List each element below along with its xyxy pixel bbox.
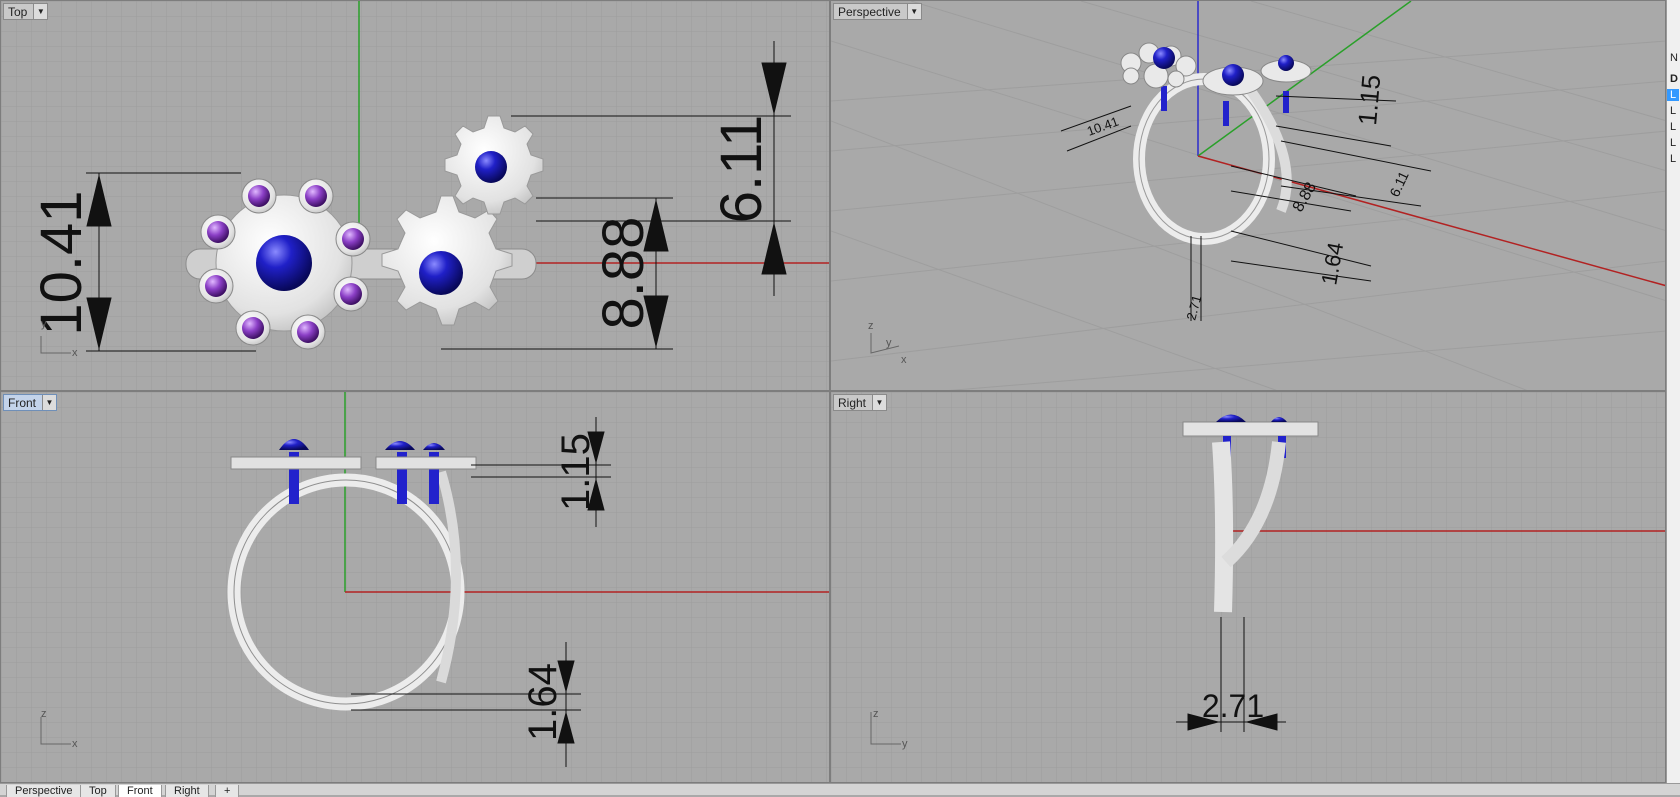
perspective-scene: 10.41 1.15 8.88 6.11 1.64 2.71 z y x bbox=[831, 1, 1665, 390]
viewport-top[interactable]: 10.41 8.88 6.11 y x Top ▼ bbox=[0, 0, 830, 391]
dim-label-top-2: 8.88 bbox=[591, 217, 656, 330]
dim-label-front-2: 1.64 bbox=[521, 663, 565, 741]
dim-label-persp-2: 1.15 bbox=[1352, 73, 1386, 126]
panel-item[interactable]: L bbox=[1670, 137, 1676, 149]
right-scene: 2.71 z y bbox=[831, 392, 1665, 782]
panel-item[interactable]: D bbox=[1670, 73, 1678, 85]
panel-item[interactable]: L bbox=[1670, 121, 1676, 133]
tab-right[interactable]: Right bbox=[165, 785, 209, 797]
chevron-down-icon[interactable]: ▼ bbox=[906, 4, 921, 19]
tab-front[interactable]: Front bbox=[118, 785, 162, 797]
viewport-title-right[interactable]: Right ▼ bbox=[833, 394, 888, 411]
panel-item[interactable]: L bbox=[1670, 105, 1676, 117]
axis-label-c: x bbox=[901, 354, 907, 366]
axis-label-a: z bbox=[41, 708, 47, 720]
panel-item[interactable]: L bbox=[1667, 89, 1680, 101]
viewport-title-text: Right bbox=[838, 395, 867, 410]
axis-label-b: y bbox=[902, 738, 908, 750]
layers-panel[interactable]: N D L L L L L bbox=[1666, 0, 1680, 794]
dim-label-top-3: 6.11 bbox=[709, 115, 774, 224]
viewport-tab-bar: Perspective Top Front Right + bbox=[0, 783, 1680, 797]
axis-label-a: y bbox=[41, 318, 47, 330]
tab-top[interactable]: Top bbox=[80, 785, 116, 797]
dim-label-front-1: 1.15 bbox=[554, 433, 598, 511]
viewport-title-front[interactable]: Front ▼ bbox=[3, 394, 58, 411]
viewport-title-text: Perspective bbox=[838, 4, 901, 19]
gear-small bbox=[444, 115, 544, 215]
axis-label-a: z bbox=[873, 708, 879, 720]
viewport-perspective[interactable]: 10.41 1.15 8.88 6.11 1.64 2.71 z y x Per… bbox=[830, 0, 1666, 391]
chevron-down-icon[interactable]: ▼ bbox=[42, 395, 57, 410]
chevron-down-icon[interactable]: ▼ bbox=[872, 395, 887, 410]
viewport-title-perspective[interactable]: Perspective ▼ bbox=[833, 3, 922, 20]
viewport-right[interactable]: 2.71 z y Right ▼ bbox=[830, 391, 1666, 783]
add-tab-button[interactable]: + bbox=[215, 785, 240, 797]
tab-perspective[interactable]: Perspective bbox=[6, 785, 82, 797]
axis-label-a: z bbox=[868, 320, 874, 332]
dim-label-right-1: 2.71 bbox=[1202, 688, 1264, 724]
dim-label-top-1: 10.41 bbox=[29, 190, 94, 335]
top-scene: 10.41 8.88 6.11 y x bbox=[1, 1, 829, 390]
axis-label-b: x bbox=[72, 347, 78, 359]
panel-item[interactable]: L bbox=[1670, 153, 1676, 165]
axis-label-b: y bbox=[886, 337, 892, 349]
viewport-title-text: Top bbox=[8, 4, 28, 19]
viewport-title-text: Front bbox=[8, 395, 37, 410]
chevron-down-icon[interactable]: ▼ bbox=[33, 4, 48, 19]
gear-large bbox=[381, 195, 513, 326]
panel-item[interactable]: N bbox=[1670, 52, 1678, 64]
viewport-title-top[interactable]: Top ▼ bbox=[3, 3, 49, 20]
axis-label-b: x bbox=[72, 738, 78, 750]
front-scene: 1.15 1.64 z x bbox=[1, 392, 829, 782]
viewport-front[interactable]: 1.15 1.64 z x Front ▼ bbox=[0, 391, 830, 783]
